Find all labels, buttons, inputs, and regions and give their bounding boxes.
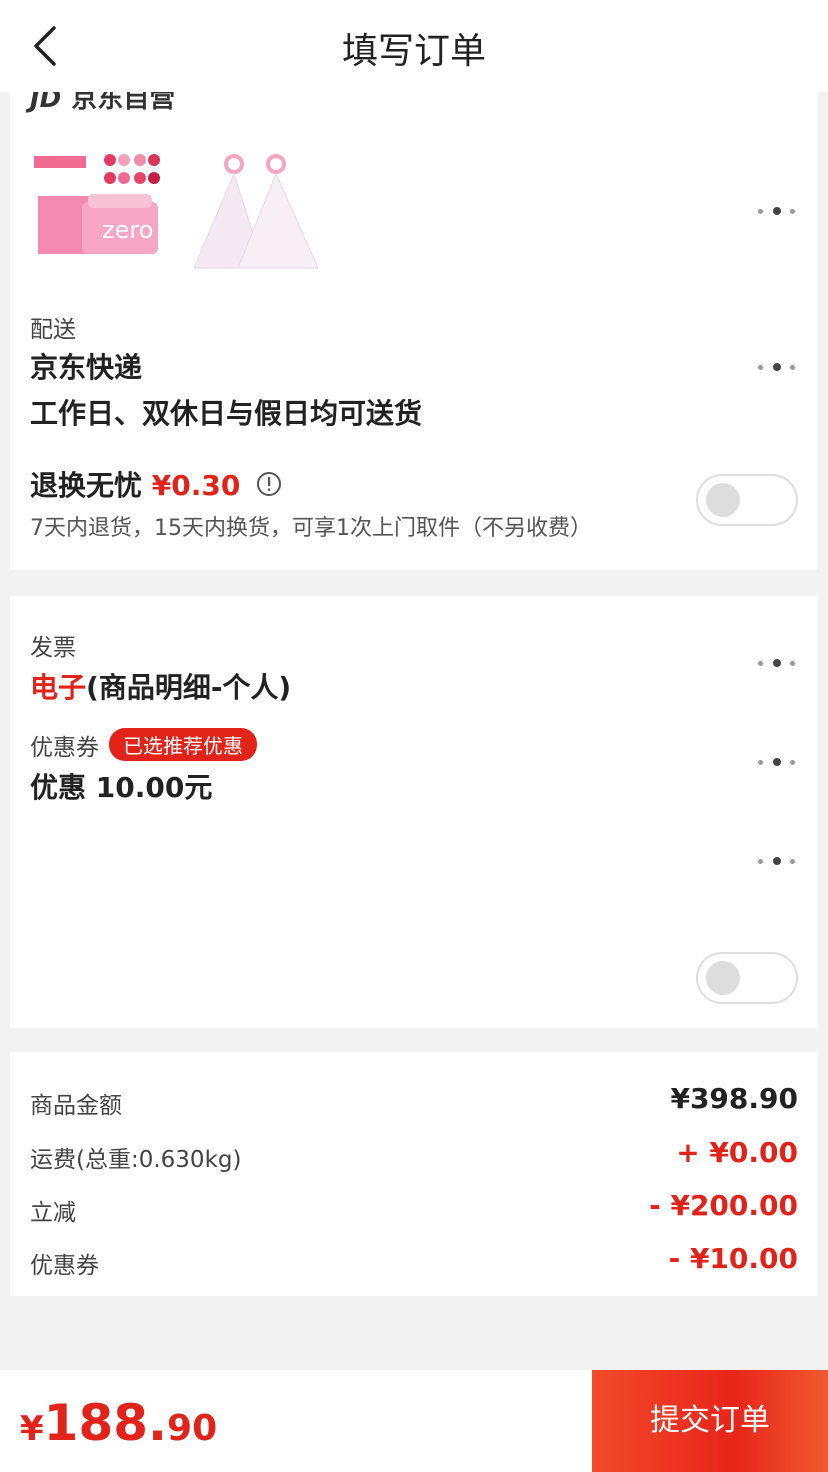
more-icon-coupon[interactable] [758, 757, 798, 769]
return-service-label: 退换无忧 [30, 469, 143, 502]
more-icon-faded[interactable] [758, 856, 798, 868]
delivery-schedule[interactable]: 工作日、双休日与假日均可送货 [30, 392, 422, 432]
coupon-label-row: 优惠券 已选推荐优惠 [30, 728, 257, 762]
invoice-value[interactable]: 电子(商品明细-个人) [30, 666, 291, 706]
top-nav-bar: 填写订单 [0, 0, 828, 92]
checkout-bar: ¥188.90 提交订单 [0, 1370, 828, 1472]
summary-row: 运费(总重:0.630kg) + ¥0.00 [30, 1136, 798, 1173]
summary-row: 优惠券 - ¥10.00 [30, 1242, 798, 1279]
price-summary-card: 商品金额 ¥398.90 运费(总重:0.630kg) + ¥0.00 立减 -… [10, 1052, 818, 1296]
invoice-label: 发票 [30, 635, 76, 661]
invoice-type: 电子 [30, 671, 87, 704]
coupon-value[interactable]: 优惠 10.00元 [30, 766, 212, 806]
summary-label: 运费(总重:0.630kg) [30, 1147, 242, 1173]
total-integer: 188. [43, 1394, 168, 1452]
order-items-card: JD 京东自营 zero 配送 京东快递 工作日、双休日与假日均可送货 退换无忧 … [10, 60, 818, 570]
total-decimal: 90 [167, 1408, 218, 1449]
summary-label: 商品金额 [30, 1093, 122, 1119]
more-icon-items[interactable] [758, 206, 798, 218]
invoice-detail: (商品明细-个人) [86, 671, 292, 704]
toggle-knob [706, 483, 740, 517]
info-icon[interactable] [256, 471, 282, 497]
order-total: ¥188.90 [20, 1394, 217, 1452]
summary-value: - ¥10.00 [668, 1242, 798, 1275]
summary-label: 立减 [30, 1200, 76, 1226]
return-service-price: ¥0.30 [151, 469, 241, 502]
return-service-toggle[interactable] [696, 474, 798, 526]
return-service-desc: 7天内退货，15天内换货，可享1次上门取件（不另收费） [30, 516, 592, 541]
summary-row: 立减 - ¥200.00 [30, 1189, 798, 1226]
submit-order-button[interactable]: 提交订单 [592, 1370, 828, 1472]
invoice-coupon-card: 发票 电子(商品明细-个人) 优惠券 已选推荐优惠 优惠 10.00元 [10, 596, 818, 1028]
delivery-carrier[interactable]: 京东快递 [30, 346, 142, 386]
summary-label: 优惠券 [30, 1253, 99, 1279]
summary-value: + ¥0.00 [676, 1136, 798, 1169]
coupon-badge: 已选推荐优惠 [109, 728, 257, 761]
product-thumbnail-cleansing-balm[interactable]: zero [32, 146, 162, 276]
return-service-title: 退换无忧 ¥0.30 [30, 464, 282, 504]
delivery-label: 配送 [30, 317, 76, 343]
total-currency: ¥ [20, 1409, 44, 1449]
more-icon-delivery[interactable] [758, 362, 798, 374]
toggle-knob [706, 961, 740, 995]
svg-text:zero: zero [102, 216, 153, 244]
more-icon-invoice[interactable] [758, 658, 798, 670]
page-title: 填写订单 [341, 31, 486, 72]
summary-row: 商品金额 ¥398.90 [30, 1082, 798, 1119]
coupon-label: 优惠券 [30, 735, 99, 761]
product-thumbnail-foam-net[interactable] [190, 146, 320, 276]
faded-option-toggle[interactable] [696, 952, 798, 1004]
summary-value: - ¥200.00 [649, 1189, 798, 1222]
summary-value: ¥398.90 [670, 1082, 798, 1115]
